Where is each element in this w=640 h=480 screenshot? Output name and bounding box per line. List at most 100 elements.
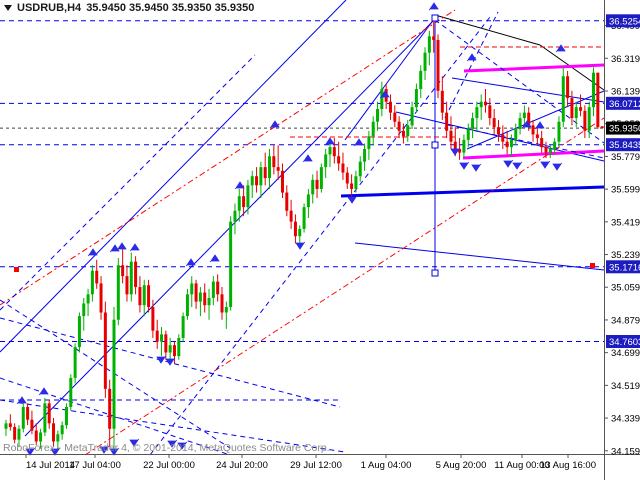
candle-up — [229, 222, 232, 307]
candle-up — [557, 122, 560, 142]
candle-up — [575, 107, 578, 118]
candle-down — [497, 127, 500, 134]
symbol-dropdown-icon[interactable] — [4, 5, 12, 11]
object-marker[interactable] — [14, 267, 19, 272]
candle-up — [160, 334, 163, 341]
candle-down — [341, 164, 344, 173]
candle-up — [510, 140, 513, 147]
trend-line[interactable] — [0, 0, 346, 352]
trend-line[interactable] — [345, 15, 437, 140]
fractal-up-icon — [39, 388, 48, 395]
candle-up — [130, 262, 133, 295]
candle-up — [117, 265, 120, 320]
y-axis-label: 35.0590 — [611, 283, 640, 294]
candle-up — [87, 294, 90, 303]
price-box-label: 35.8435 — [609, 140, 640, 151]
candle-up — [363, 149, 366, 162]
candle-down — [579, 107, 582, 111]
trend-line[interactable] — [355, 243, 604, 270]
candle-down — [316, 180, 319, 189]
object-handle[interactable] — [432, 142, 438, 148]
candle-up — [143, 285, 146, 305]
trend-line[interactable] — [0, 55, 255, 310]
candle-down — [108, 389, 111, 429]
candle-up — [39, 432, 42, 441]
candle-down — [95, 271, 98, 284]
y-axis-label: 34.5190 — [611, 381, 640, 392]
candle-up — [246, 185, 249, 207]
trend-line[interactable] — [0, 10, 455, 305]
y-axis-label: 36.1390 — [611, 87, 640, 98]
candle-down — [540, 138, 543, 147]
object-handle[interactable] — [432, 270, 438, 276]
y-axis-label: 35.2390 — [611, 250, 640, 261]
candle-up — [56, 434, 59, 441]
candle-up — [177, 338, 180, 356]
object-handle[interactable] — [432, 15, 438, 21]
y-axis-label: 36.3190 — [611, 54, 640, 65]
trend-line[interactable] — [464, 65, 604, 71]
candle-down — [138, 287, 141, 305]
candle-down — [195, 283, 198, 301]
fractal-down-icon — [472, 164, 481, 171]
fractal-up-icon — [186, 259, 195, 266]
trend-line[interactable] — [341, 187, 604, 196]
candle-down — [281, 171, 284, 193]
fractal-up-icon — [117, 243, 126, 250]
candle-up — [419, 71, 422, 89]
price-box-label: 36.0712 — [609, 99, 640, 110]
candle-down — [156, 331, 159, 342]
x-axis-label: 24 Jul 20:00 — [216, 460, 268, 471]
fractal-down-icon — [513, 162, 522, 169]
candle-down — [203, 293, 206, 306]
candle-up — [91, 271, 94, 295]
candle-down — [30, 420, 33, 431]
candle-down — [596, 73, 599, 128]
candle-up — [303, 207, 306, 229]
y-axis-label: 34.6990 — [611, 348, 640, 359]
candle-down — [402, 131, 405, 136]
candle-down — [437, 40, 440, 91]
candle-down — [9, 423, 12, 427]
candle-up — [467, 129, 470, 140]
candle-up — [74, 347, 77, 378]
candle-up — [588, 107, 591, 131]
fractal-up-icon — [270, 121, 279, 128]
candle-up — [268, 156, 271, 178]
candle-down — [151, 307, 154, 331]
candle-up — [376, 109, 379, 122]
candle-down — [134, 262, 137, 287]
fractal-down-icon — [553, 163, 562, 170]
candle-down — [164, 334, 167, 352]
candle-down — [264, 167, 267, 178]
candle-down — [35, 431, 38, 442]
candle-up — [553, 142, 556, 149]
candle-down — [294, 222, 297, 237]
candle-down — [583, 111, 586, 131]
trend-line[interactable] — [452, 78, 604, 102]
chart-title-bar: USDRUB,H4 35.9450 35.9450 35.9350 35.935… — [4, 2, 254, 14]
trend-line[interactable] — [448, 125, 604, 158]
candle-down — [454, 142, 457, 149]
candle-up — [182, 316, 185, 338]
candle-up — [359, 162, 362, 177]
candle-up — [592, 73, 595, 108]
x-axis-label: 17 Jul 04:00 — [69, 460, 121, 471]
candle-up — [519, 118, 522, 129]
candle-up — [428, 36, 431, 52]
candle-up — [311, 180, 314, 195]
candle-up — [480, 102, 483, 107]
price-box-label: 35.1716 — [609, 262, 640, 273]
trend-line[interactable] — [463, 151, 604, 158]
candle-up — [380, 89, 383, 109]
object-marker[interactable] — [590, 263, 595, 268]
candle-up — [208, 298, 211, 305]
candle-up — [43, 403, 46, 432]
price-box-label: 35.9350 — [609, 124, 640, 135]
candle-up — [523, 113, 526, 118]
candle-down — [441, 91, 444, 113]
candle-down — [285, 193, 288, 211]
fractal-up-icon — [235, 182, 244, 189]
fractal-up-icon — [467, 54, 476, 61]
candle-down — [13, 427, 16, 440]
